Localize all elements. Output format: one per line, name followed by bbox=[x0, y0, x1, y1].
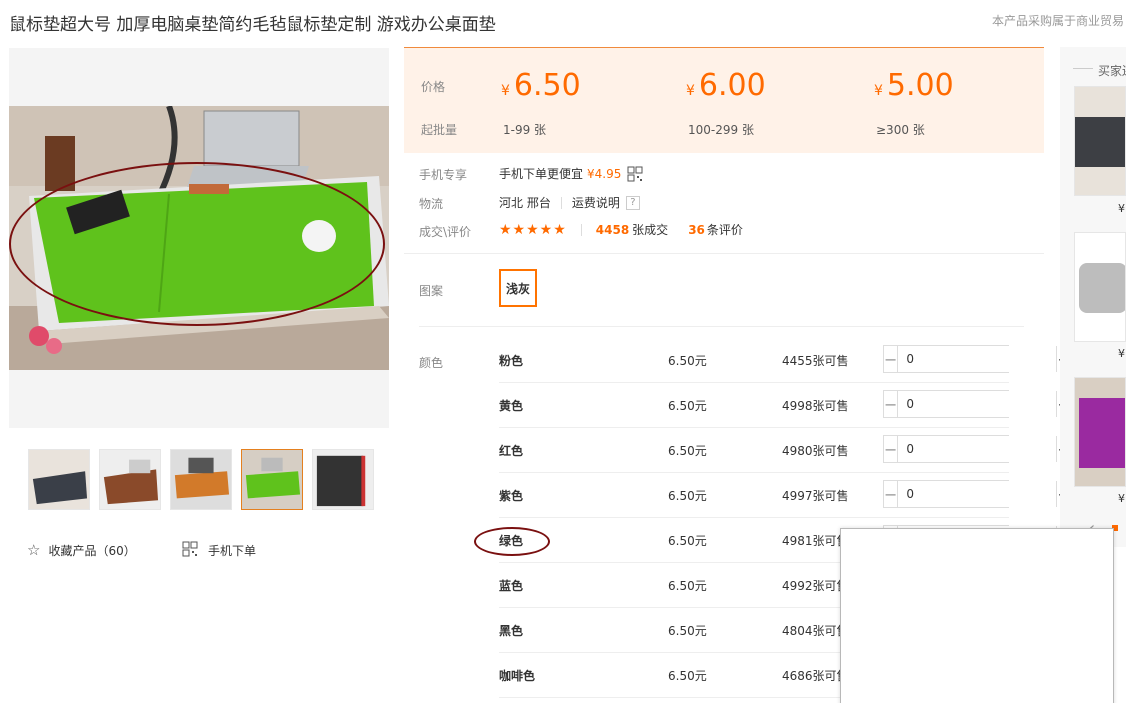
quantity-input[interactable] bbox=[898, 346, 1057, 372]
quantity-stepper: − + bbox=[883, 480, 1071, 508]
color-label: 颜色 bbox=[419, 356, 444, 370]
logistics-label: 物流 bbox=[419, 197, 444, 211]
pattern-label: 图案 bbox=[419, 284, 444, 298]
deal-count[interactable]: 4458 bbox=[596, 223, 629, 237]
section-divider bbox=[404, 253, 1044, 254]
sku-color-name: 紫色 bbox=[499, 489, 524, 503]
deals-value: ★★★★★ 4458 张成交 36 条评价 bbox=[499, 221, 743, 238]
sku-stock: 4455张可售 bbox=[782, 354, 849, 368]
decrement-button[interactable]: − bbox=[884, 391, 899, 417]
product-title: 鼠标垫超大号 加厚电脑桌垫简约毛毡鼠标垫定制 游戏办公桌面垫 bbox=[9, 15, 496, 35]
recommended-item-2[interactable] bbox=[1074, 232, 1126, 342]
rating-stars: ★★★★★ bbox=[499, 221, 567, 238]
help-icon[interactable]: ? bbox=[625, 195, 640, 210]
quantity-input[interactable] bbox=[898, 436, 1057, 462]
mobile-exclusive-value: 手机下单更便宜 ¥4.95 bbox=[499, 165, 643, 182]
sku-price: 6.50元 bbox=[668, 489, 707, 503]
price-box: 价格 起批量 ¥6.50 1-99 张 ¥6.00 100-299 张 ¥5.0… bbox=[404, 47, 1044, 153]
tier-price-3: ¥5.00 bbox=[874, 68, 954, 103]
recommended-price-1: ¥ bbox=[1118, 202, 1125, 215]
sku-row: 紫色 6.50元 4997张可售 − + bbox=[499, 473, 1071, 518]
shipping-info-link[interactable]: 运费说明 bbox=[572, 194, 620, 211]
tier-range-2: 100-299 张 bbox=[688, 123, 754, 137]
qr-code-icon bbox=[182, 541, 198, 560]
mobile-exclusive-label: 手机专享 bbox=[419, 168, 468, 182]
sku-price: 6.50元 bbox=[668, 399, 707, 413]
sku-price: 6.50元 bbox=[668, 579, 707, 593]
divider bbox=[560, 196, 562, 209]
quantity-stepper: − + bbox=[883, 345, 1071, 373]
recommended-price-2: ¥ bbox=[1118, 347, 1125, 360]
mobile-price: ¥4.95 bbox=[587, 166, 622, 181]
decrement-button[interactable]: − bbox=[884, 436, 899, 462]
annotation-ellipse-green bbox=[474, 527, 550, 556]
thumbnail-5[interactable] bbox=[312, 449, 374, 510]
sku-stock: 4804张可售 bbox=[782, 624, 849, 638]
thumbnail-4-active[interactable] bbox=[241, 449, 303, 510]
sku-stock: 4992张可售 bbox=[782, 579, 849, 593]
divider bbox=[1073, 68, 1093, 69]
sku-color-name: 红色 bbox=[499, 444, 524, 458]
sku-price: 6.50元 bbox=[668, 354, 707, 368]
review-count[interactable]: 36 bbox=[688, 223, 705, 237]
tier-range-1: 1-99 张 bbox=[503, 123, 547, 137]
review-count-unit: 条评价 bbox=[706, 223, 743, 237]
favorite-product[interactable]: ☆ 收藏产品（60） bbox=[27, 541, 136, 559]
sku-stock: 4981张可售 bbox=[782, 534, 849, 548]
section-divider bbox=[419, 326, 1024, 327]
sku-price: 6.50元 bbox=[668, 669, 707, 683]
tier-price-1: ¥6.50 bbox=[501, 68, 581, 103]
thumbnail-strip bbox=[28, 449, 374, 510]
sku-color-name: 蓝色 bbox=[499, 579, 524, 593]
sku-stock: 4686张可售 bbox=[782, 669, 849, 683]
annotation-ellipse-mat bbox=[9, 162, 385, 326]
star-outline-icon: ☆ bbox=[27, 541, 41, 559]
tier-range-3: ≥300 张 bbox=[876, 123, 925, 137]
sku-stock: 4980张可售 bbox=[782, 444, 849, 458]
thumbnail-2[interactable] bbox=[99, 449, 161, 510]
quantity-stepper: − + bbox=[883, 390, 1071, 418]
thumbnail-3[interactable] bbox=[170, 449, 232, 510]
pattern-option-light-gray[interactable]: 浅灰 bbox=[499, 269, 537, 307]
sku-stock: 4997张可售 bbox=[782, 489, 849, 503]
sku-color-name: 咖啡色 bbox=[499, 669, 536, 683]
trade-note: 本产品采购属于商业贸易 bbox=[992, 14, 1125, 28]
recommended-price-3: ¥ bbox=[1118, 492, 1125, 505]
thumbnail-1[interactable] bbox=[28, 449, 90, 510]
qr-code-icon[interactable] bbox=[627, 166, 643, 182]
deal-count-unit: 张成交 bbox=[632, 223, 669, 237]
overlay-panel bbox=[840, 528, 1114, 703]
price-label: 价格 bbox=[421, 80, 446, 94]
tier-price-2: ¥6.00 bbox=[686, 68, 766, 103]
divider bbox=[580, 223, 582, 236]
deals-label: 成交\评价 bbox=[419, 225, 472, 239]
logistics-value: 河北 邢台 运费说明 ? bbox=[499, 194, 640, 211]
sku-color-name: 黑色 bbox=[499, 624, 524, 638]
sku-price: 6.50元 bbox=[668, 444, 707, 458]
sku-color-name: 粉色 bbox=[499, 354, 524, 368]
sku-price: 6.50元 bbox=[668, 534, 707, 548]
sku-row: 红色 6.50元 4980张可售 − + bbox=[499, 428, 1071, 473]
mobile-order[interactable]: 手机下单 bbox=[182, 541, 256, 560]
recommended-item-1[interactable] bbox=[1074, 86, 1126, 196]
quantity-input[interactable] bbox=[898, 391, 1057, 417]
ship-from: 河北 邢台 bbox=[499, 196, 551, 210]
favorite-label: 收藏产品（60） bbox=[48, 543, 136, 558]
mobile-order-label: 手机下单 bbox=[208, 544, 257, 558]
batch-label: 起批量 bbox=[421, 123, 458, 137]
sku-price: 6.50元 bbox=[668, 624, 707, 638]
buyers-also-label: 买家还 bbox=[1098, 64, 1126, 78]
sku-color-name: 黄色 bbox=[499, 399, 524, 413]
sku-stock: 4998张可售 bbox=[782, 399, 849, 413]
quantity-stepper: − + bbox=[883, 435, 1071, 463]
decrement-button[interactable]: − bbox=[884, 481, 899, 507]
recommended-item-3[interactable] bbox=[1074, 377, 1126, 487]
sku-row: 粉色 6.50元 4455张可售 − + bbox=[499, 338, 1071, 383]
sku-row: 黄色 6.50元 4998张可售 − + bbox=[499, 383, 1071, 428]
decrement-button[interactable]: − bbox=[884, 346, 899, 372]
quantity-input[interactable] bbox=[898, 481, 1057, 507]
